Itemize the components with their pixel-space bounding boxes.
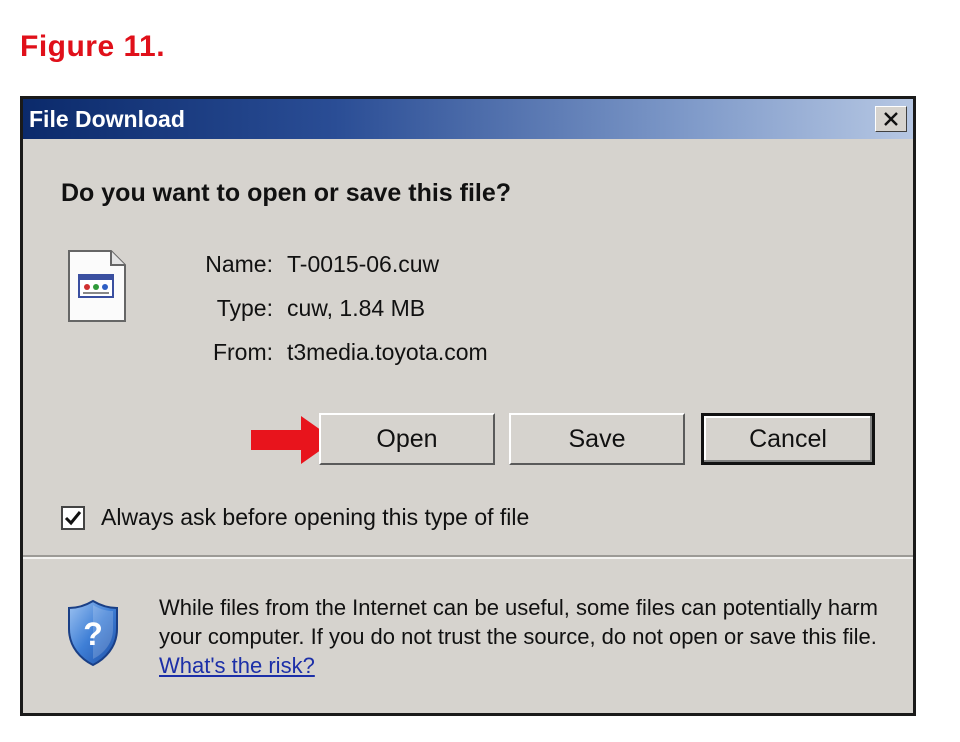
warning-text: While files from the Internet can be use… [159, 595, 879, 649]
name-label: Name: [205, 251, 273, 277]
open-button[interactable]: Open [319, 413, 495, 465]
figure-label: Figure 11. [20, 30, 166, 63]
file-icon [68, 250, 126, 322]
from-label: From: [212, 339, 273, 365]
title-bar[interactable]: File Download [23, 99, 913, 139]
whats-the-risk-link[interactable]: What's the risk? [159, 653, 315, 678]
always-ask-checkbox[interactable] [61, 506, 85, 530]
always-ask-label[interactable]: Always ask before opening this type of f… [101, 504, 529, 531]
from-value: t3media.toyota.com [287, 339, 488, 365]
type-label: Type: [216, 295, 273, 321]
separator [23, 555, 913, 559]
file-download-dialog: File Download Do you want to open or sav… [20, 96, 916, 716]
dialog-question: Do you want to open or save this file? [61, 179, 512, 207]
warning-message: While files from the Internet can be use… [159, 593, 899, 680]
dialog-title: File Download [29, 106, 185, 132]
save-button[interactable]: Save [509, 413, 685, 465]
name-value: T-0015-06.cuw [287, 251, 440, 277]
checkmark-icon [64, 511, 82, 526]
close-icon [884, 112, 898, 126]
close-button[interactable] [875, 106, 907, 132]
type-value: cuw, 1.84 MB [287, 295, 426, 321]
cancel-button[interactable]: Cancel [701, 413, 875, 465]
shield-question-icon: ? [68, 599, 118, 667]
svg-text:?: ? [83, 616, 103, 652]
